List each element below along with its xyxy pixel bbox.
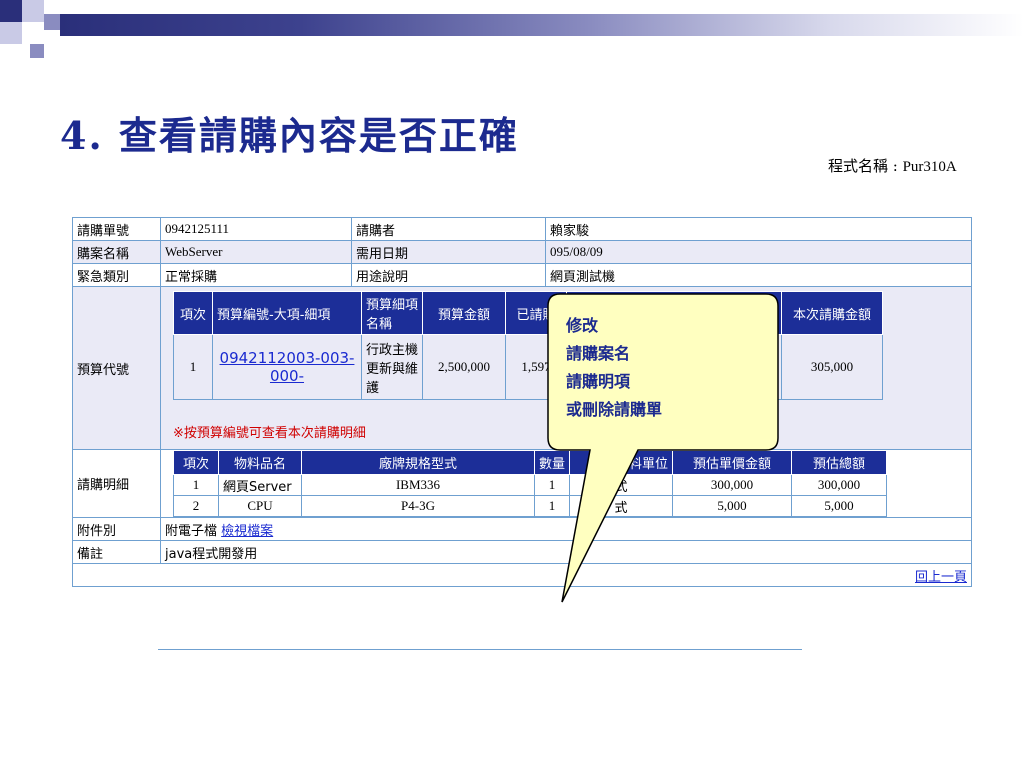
detail-header: 預估總額 — [791, 450, 887, 475]
field-label: 請購單號 — [72, 217, 161, 241]
budget-requested: 1,597 — [505, 334, 567, 400]
table-row: 2 CPU P4-3G 1 式 5,000 5,000 — [173, 495, 887, 517]
detail-total: 5,000 — [791, 495, 887, 517]
table-row: 1 0942112003-003-000- 行政主機更新與維護 2,500,00… — [173, 334, 883, 400]
budget-header: 本次請購金額 — [781, 291, 883, 335]
remark-value: java程式開發用 — [160, 540, 972, 564]
deco-square — [0, 0, 22, 22]
detail-total: 300,000 — [791, 474, 887, 496]
back-link[interactable]: 回上一頁 — [915, 570, 967, 585]
callout-line: 請購明項 — [566, 372, 631, 391]
field-label: 用途說明 — [351, 263, 546, 287]
deco-square — [30, 44, 44, 58]
budget-name: 行政主機更新與維護 — [361, 334, 423, 400]
field-value: 正常採購 — [160, 263, 352, 287]
budget-code-link[interactable]: 0942112003-003-000- — [220, 349, 355, 385]
detail-index: 1 — [173, 474, 219, 496]
field-value: 賴家駿 — [545, 217, 972, 241]
deco-square — [22, 0, 44, 22]
header-bar — [60, 14, 1024, 36]
callout-line: 修改 — [566, 316, 599, 335]
field-label: 購案名稱 — [72, 240, 161, 264]
detail-price: 300,000 — [672, 474, 792, 496]
program-label: 程式名稱 : — [828, 157, 903, 175]
budget-header: 預算金額 — [422, 291, 506, 335]
deco-square — [44, 14, 60, 30]
form-row: 附件別 附電子檔 檢視檔案 — [72, 517, 972, 541]
deco-square — [0, 22, 22, 44]
slide-title: 4. 查看請購內容是否正確 — [60, 113, 519, 158]
budget-index: 1 — [173, 334, 213, 400]
program-name: 程式名稱 : Pur310A — [828, 155, 957, 176]
callout-line: 請購案名 — [566, 344, 631, 363]
field-label: 備註 — [72, 540, 161, 564]
detail-item: 網頁Server — [218, 474, 302, 496]
budget-amount: 2,500,000 — [422, 334, 506, 400]
detail-table: 項次 物料品名 廠牌規格型式 數量 料單位 預估單價金額 預估總額 1 網頁Se… — [173, 450, 887, 517]
form-row: 緊急類別 正常採購 用途說明 網頁測試機 — [72, 263, 972, 287]
attachment-cell: 附電子檔 檢視檔案 — [160, 517, 972, 541]
deco-square — [22, 22, 44, 44]
budget-header: 預算編號-大項-細項 — [212, 291, 362, 335]
field-label: 預算代號 — [72, 286, 161, 450]
purchase-form: 請購單號 0942125111 請購者 賴家駿 購案名稱 WebServer 需… — [72, 217, 972, 587]
detail-header: 項次 — [173, 450, 219, 475]
budget-table: 項次 預算編號-大項-細項 預算細項名稱 預算金額 已請購 本次請購金額 1 0… — [173, 291, 883, 400]
attachment-text: 附電子檔 — [165, 523, 222, 539]
field-label: 請購明細 — [72, 449, 161, 518]
detail-spec: IBM336 — [301, 474, 535, 496]
field-value: 網頁測試機 — [545, 263, 972, 287]
detail-unit: 式 — [569, 474, 673, 496]
detail-unit: 式 — [569, 495, 673, 517]
budget-header: 預算細項名稱 — [361, 291, 423, 335]
field-label: 需用日期 — [351, 240, 546, 264]
field-label: 緊急類別 — [72, 263, 161, 287]
budget-header: 已請購 — [505, 291, 567, 335]
callout-line: 或刪除請購單 — [566, 400, 663, 419]
budget-hint: ※按預算編號可查看本次請購明細 — [173, 426, 366, 441]
form-row: 備註 java程式開發用 — [72, 540, 972, 564]
divider — [158, 649, 802, 650]
field-value: 095/08/09 — [545, 240, 972, 264]
detail-price: 5,000 — [672, 495, 792, 517]
budget-row: 預算代號 項次 預算編號-大項-細項 預算細項名稱 預算金額 已請購 本次請購金… — [72, 286, 972, 450]
detail-item: CPU — [218, 495, 302, 517]
form-row: 請購單號 0942125111 請購者 賴家駿 — [72, 217, 972, 241]
detail-index: 2 — [173, 495, 219, 517]
field-label: 請購者 — [351, 217, 546, 241]
form-row: 回上一頁 — [72, 563, 972, 587]
back-cell: 回上一頁 — [72, 563, 972, 587]
detail-header: 料單位 — [569, 450, 673, 475]
field-value: WebServer — [160, 240, 352, 264]
budget-current: 305,000 — [781, 334, 883, 400]
detail-row: 請購明細 項次 物料品名 廠牌規格型式 數量 料單位 預估單價金額 預估總額 1… — [72, 449, 972, 518]
field-value: 0942125111 — [160, 217, 352, 241]
detail-header: 物料品名 — [218, 450, 302, 475]
view-file-link[interactable]: 檢視檔案 — [221, 524, 273, 539]
callout-text: 修改 請購案名 請購明項 或刪除請購單 — [566, 312, 662, 424]
field-label: 附件別 — [72, 517, 161, 541]
program-value: Pur310A — [902, 159, 957, 175]
detail-qty: 1 — [534, 474, 570, 496]
budget-code-cell: 0942112003-003-000- — [212, 334, 362, 400]
table-row: 1 網頁Server IBM336 1 式 300,000 300,000 — [173, 474, 887, 496]
detail-container: 項次 物料品名 廠牌規格型式 數量 料單位 預估單價金額 預估總額 1 網頁Se… — [160, 449, 972, 518]
detail-header: 數量 — [534, 450, 570, 475]
detail-header: 廠牌規格型式 — [301, 450, 535, 475]
detail-qty: 1 — [534, 495, 570, 517]
budget-header: 項次 — [173, 291, 213, 335]
detail-header: 預估單價金額 — [672, 450, 792, 475]
detail-spec: P4-3G — [301, 495, 535, 517]
form-row: 購案名稱 WebServer 需用日期 095/08/09 — [72, 240, 972, 264]
